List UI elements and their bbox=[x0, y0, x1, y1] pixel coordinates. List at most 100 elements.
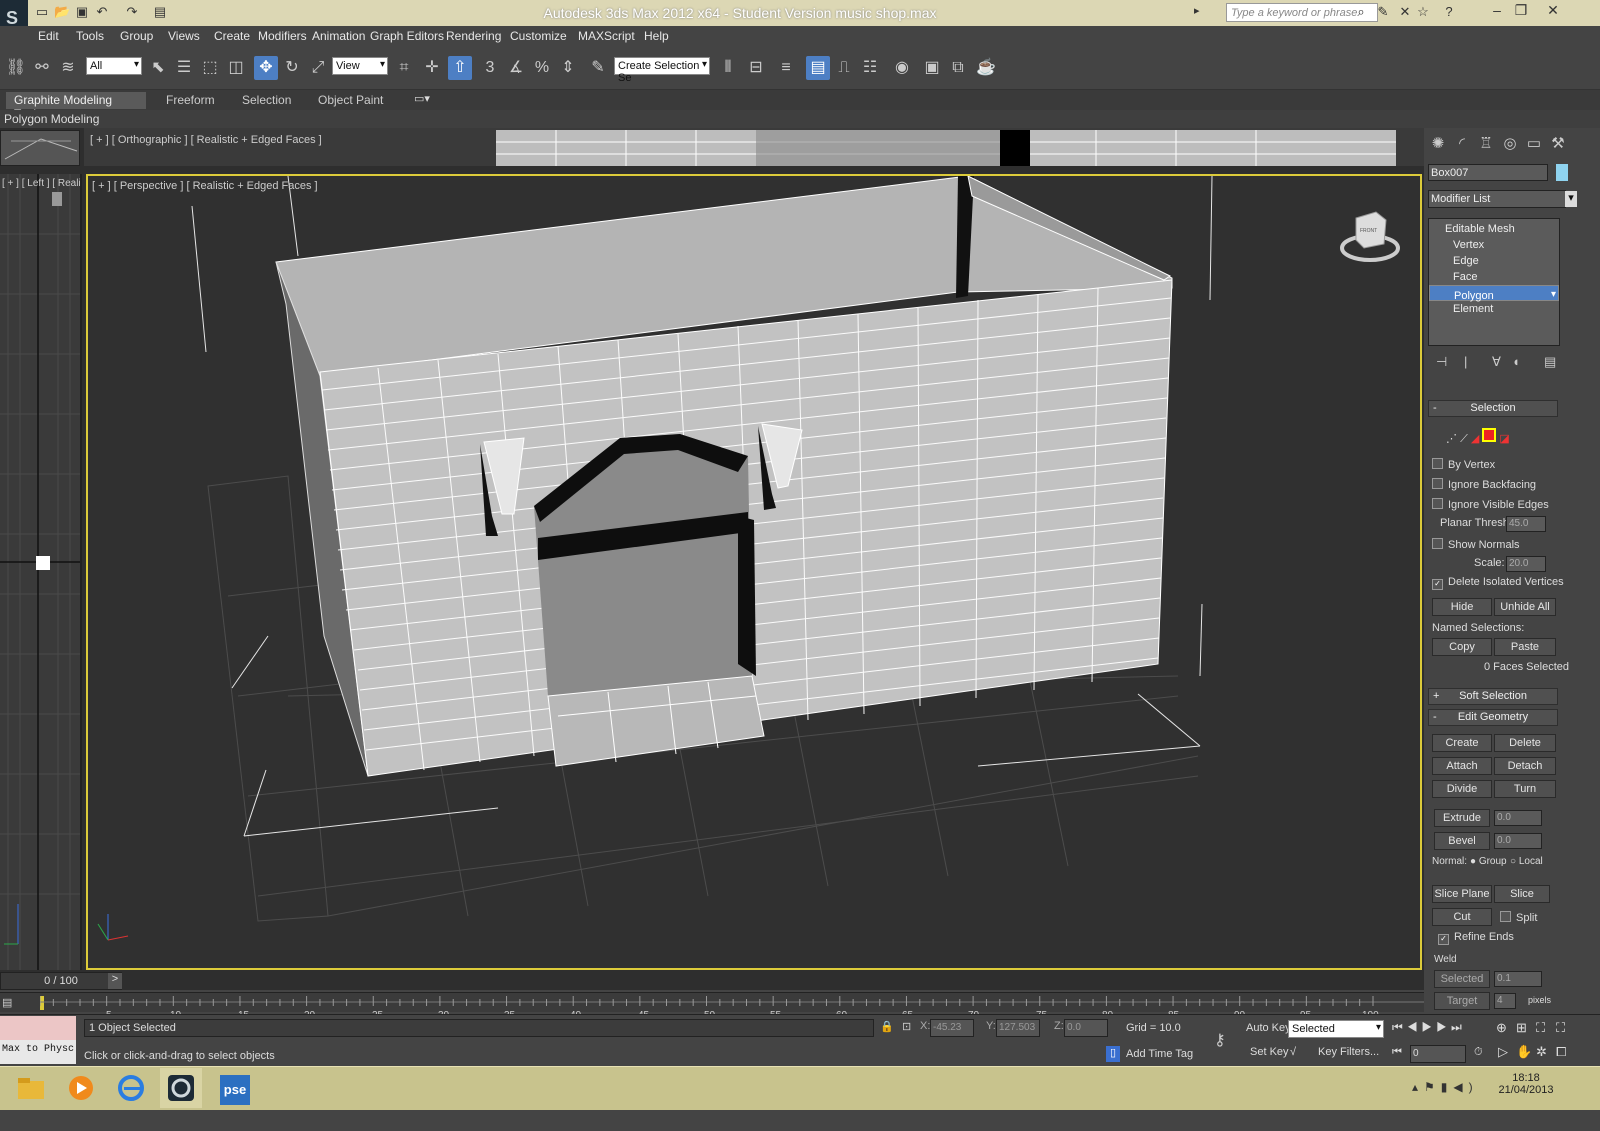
menu-maxscript[interactable]: MAXScript bbox=[578, 29, 635, 43]
action-center-icon[interactable]: ⚑ bbox=[1424, 1080, 1441, 1094]
configure-sets-icon[interactable]: ▤ bbox=[1544, 354, 1556, 370]
weld-target-button[interactable]: Target bbox=[1434, 992, 1490, 1010]
menu-tools[interactable]: Tools bbox=[76, 29, 104, 43]
zoom-icon[interactable]: ⊕ bbox=[1496, 1020, 1507, 1036]
select-by-name-icon[interactable]: ☰ bbox=[172, 56, 196, 80]
rendered-frame-icon[interactable]: ⧉ bbox=[946, 56, 970, 80]
3dsmax-icon[interactable] bbox=[160, 1068, 202, 1108]
undo-icon[interactable]: ↶ bbox=[94, 4, 110, 20]
menu-rendering[interactable]: Rendering bbox=[446, 29, 501, 43]
viewport-orthographic[interactable]: [ + ] [ Orthographic ] [ Realistic + Edg… bbox=[84, 128, 1424, 166]
network-icon[interactable]: ▮ bbox=[1441, 1080, 1454, 1094]
hide-button[interactable]: Hide bbox=[1432, 598, 1492, 616]
favorites-icon[interactable]: ☆ bbox=[1414, 4, 1432, 22]
save-icon[interactable]: ▣ bbox=[74, 4, 90, 20]
ribbon-options-icon[interactable]: ▭▾ bbox=[414, 92, 430, 105]
select-manipulate-icon[interactable]: ✛ bbox=[420, 56, 444, 80]
communication-center-icon[interactable]: ✕ bbox=[1396, 4, 1414, 22]
rect-selection-icon[interactable]: ⬚ bbox=[198, 56, 222, 80]
add-time-tag-button[interactable]: Add Time Tag bbox=[1126, 1048, 1193, 1060]
maximize-viewport-icon[interactable]: ⧠ bbox=[1556, 1044, 1566, 1060]
key-mode-toggle-icon[interactable]: ⏮ bbox=[1392, 1046, 1402, 1059]
edge-mode-icon[interactable]: ⟋ bbox=[1460, 433, 1468, 445]
binoculars-icon[interactable]: ⌕ bbox=[1352, 4, 1370, 22]
unhide-all-button[interactable]: Unhide All bbox=[1494, 598, 1556, 616]
set-key-button[interactable]: Set Key bbox=[1250, 1046, 1289, 1058]
redo-icon[interactable]: ↷ bbox=[124, 4, 140, 20]
viewport-perspective[interactable]: FRONT [ + ] [ Perspective ] [ Realistic … bbox=[86, 174, 1422, 970]
help-icon[interactable]: ? bbox=[1440, 4, 1458, 22]
spinner-snap-icon[interactable]: ⇕ bbox=[556, 56, 580, 80]
display-tab-icon[interactable]: ▭ bbox=[1524, 134, 1544, 156]
snaps-toggle-icon[interactable]: 3 bbox=[478, 56, 502, 80]
ie-icon[interactable] bbox=[110, 1068, 152, 1108]
polygon-mode-icon[interactable] bbox=[1482, 428, 1497, 442]
goto-start-icon[interactable]: ⏮ bbox=[1392, 1020, 1407, 1034]
face-mode-icon[interactable]: ◢ bbox=[1471, 433, 1479, 445]
stack-edge[interactable]: Edge bbox=[1429, 253, 1559, 269]
taskbar-clock[interactable]: 18:18 21/04/2013 bbox=[1496, 1072, 1556, 1096]
edit-named-selection-icon[interactable]: ✎ bbox=[586, 56, 610, 80]
restore-button[interactable]: ❐ bbox=[1510, 2, 1532, 22]
pivot-center-icon[interactable]: ⌗ bbox=[392, 56, 416, 80]
menu-help[interactable]: Help bbox=[644, 29, 669, 43]
modifier-list-dropdown[interactable]: Modifier List bbox=[1428, 190, 1577, 208]
selection-rollout-header[interactable]: - Selection bbox=[1428, 400, 1558, 417]
vertex-mode-icon[interactable]: ⋰ bbox=[1446, 433, 1457, 445]
volume-icon[interactable]: ◀) bbox=[1453, 1080, 1478, 1094]
zoom-extents-all-icon[interactable]: ⛶ bbox=[1556, 1020, 1565, 1036]
tab-freeform[interactable]: Freeform bbox=[158, 92, 223, 109]
current-frame-field[interactable]: 0 bbox=[1410, 1045, 1466, 1063]
menu-customize[interactable]: Customize bbox=[510, 29, 567, 43]
minimize-button[interactable]: – bbox=[1486, 2, 1508, 22]
key-tangent-icon[interactable]: √ bbox=[1290, 1046, 1296, 1058]
ortho-viewport-label[interactable]: [ + ] [ Orthographic ] [ Realistic + Edg… bbox=[90, 134, 322, 146]
open-file-icon[interactable]: 📂 bbox=[54, 4, 70, 20]
bevel-spinner[interactable]: 0.0 bbox=[1494, 833, 1542, 849]
top-viewport-thumbnail[interactable] bbox=[0, 130, 80, 166]
planar-thresh-spinner[interactable]: 45.0 bbox=[1506, 516, 1546, 532]
percent-snap-icon[interactable]: % bbox=[530, 56, 554, 80]
fov-icon[interactable]: ▷ bbox=[1498, 1044, 1508, 1060]
extrude-button[interactable]: Extrude bbox=[1434, 809, 1490, 827]
by-vertex-checkbox[interactable]: By Vertex bbox=[1432, 458, 1495, 471]
split-checkbox[interactable]: Split bbox=[1500, 911, 1537, 924]
stack-face[interactable]: Face bbox=[1429, 269, 1559, 285]
render-setup-icon[interactable]: ▣ bbox=[920, 56, 944, 80]
normal-group-radio[interactable]: ● Group bbox=[1470, 856, 1507, 867]
weld-selected-button[interactable]: Selected bbox=[1434, 970, 1490, 988]
menu-modifiers[interactable]: Modifiers bbox=[258, 29, 307, 43]
select-object-icon[interactable]: ⬉ bbox=[146, 56, 170, 80]
new-file-icon[interactable]: ▭ bbox=[34, 4, 50, 20]
z-coordinate-field[interactable]: 0.0 bbox=[1064, 1019, 1108, 1037]
attach-button[interactable]: Attach bbox=[1432, 757, 1492, 775]
time-config-icon[interactable]: ⏱ bbox=[1474, 1046, 1483, 1059]
link-icon[interactable]: ⛓ bbox=[4, 56, 28, 80]
x-coordinate-field[interactable]: -45.23 bbox=[930, 1019, 974, 1037]
left-viewport-label[interactable]: [ + ] [ Left ] [ Realisti bbox=[2, 178, 80, 189]
stack-editable-mesh[interactable]: Editable Mesh bbox=[1429, 221, 1559, 237]
maxscript-input[interactable] bbox=[0, 1016, 76, 1040]
turn-button[interactable]: Turn bbox=[1494, 780, 1556, 798]
next-frame-arrow-icon[interactable]: > bbox=[108, 973, 122, 989]
select-rotate-icon[interactable]: ↻ bbox=[280, 56, 304, 80]
tab-selection[interactable]: Selection bbox=[234, 92, 299, 109]
time-tag-icon[interactable]: ▯ bbox=[1106, 1046, 1120, 1062]
absolute-mode-icon[interactable]: ⊡ bbox=[902, 1020, 911, 1033]
divide-button[interactable]: Divide bbox=[1432, 780, 1492, 798]
y-coordinate-field[interactable]: 127.503 bbox=[996, 1019, 1040, 1037]
paste-button[interactable]: Paste bbox=[1494, 638, 1556, 656]
subscription-icon[interactable]: ✎ bbox=[1374, 4, 1392, 22]
photoshop-icon[interactable]: pse bbox=[214, 1068, 256, 1108]
auto-key-button[interactable]: Auto Key bbox=[1246, 1022, 1291, 1034]
key-filters-button[interactable]: Key Filters... bbox=[1318, 1046, 1379, 1058]
menu-create[interactable]: Create bbox=[214, 29, 250, 43]
select-move-icon[interactable]: ✥ bbox=[254, 56, 278, 80]
tray-expand-icon[interactable]: ▴ bbox=[1412, 1080, 1424, 1094]
bevel-button[interactable]: Bevel bbox=[1434, 832, 1490, 850]
render-production-icon[interactable]: ☕ bbox=[974, 56, 998, 80]
selection-filter-dropdown[interactable]: All bbox=[86, 57, 142, 75]
motion-tab-icon[interactable]: ◎ bbox=[1500, 134, 1520, 156]
zoom-all-icon[interactable]: ⊞ bbox=[1516, 1020, 1527, 1036]
cut-button[interactable]: Cut bbox=[1432, 908, 1492, 926]
